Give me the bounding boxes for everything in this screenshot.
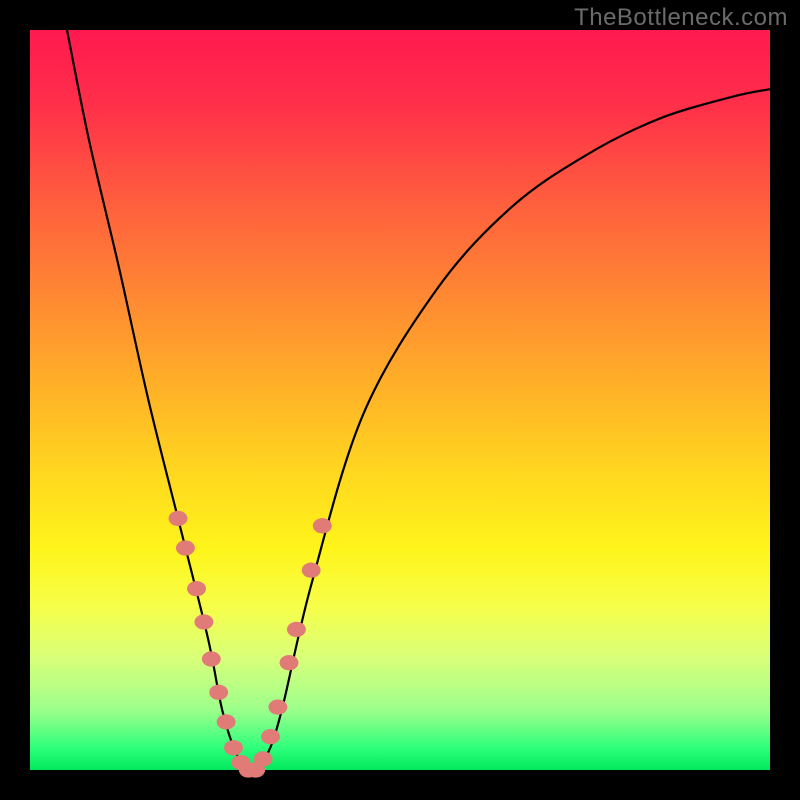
plot-area: [30, 30, 770, 770]
data-marker: [202, 651, 221, 666]
data-marker: [287, 622, 306, 637]
data-marker: [169, 511, 188, 526]
data-marker: [302, 563, 321, 578]
watermark-text: TheBottleneck.com: [574, 4, 788, 32]
data-marker: [261, 729, 280, 744]
data-marker: [254, 751, 273, 766]
data-marker: [209, 685, 228, 700]
data-marker: [313, 518, 332, 533]
chart-frame: TheBottleneck.com: [0, 0, 800, 800]
data-marker: [194, 614, 213, 629]
data-marker: [224, 740, 243, 755]
bottleneck-curve: [67, 30, 770, 770]
data-marker: [176, 540, 195, 555]
data-marker: [187, 581, 206, 596]
data-marker: [280, 655, 299, 670]
data-marker: [268, 699, 287, 714]
data-marker: [217, 714, 236, 729]
curve-svg: [30, 30, 770, 770]
data-markers: [169, 511, 332, 778]
